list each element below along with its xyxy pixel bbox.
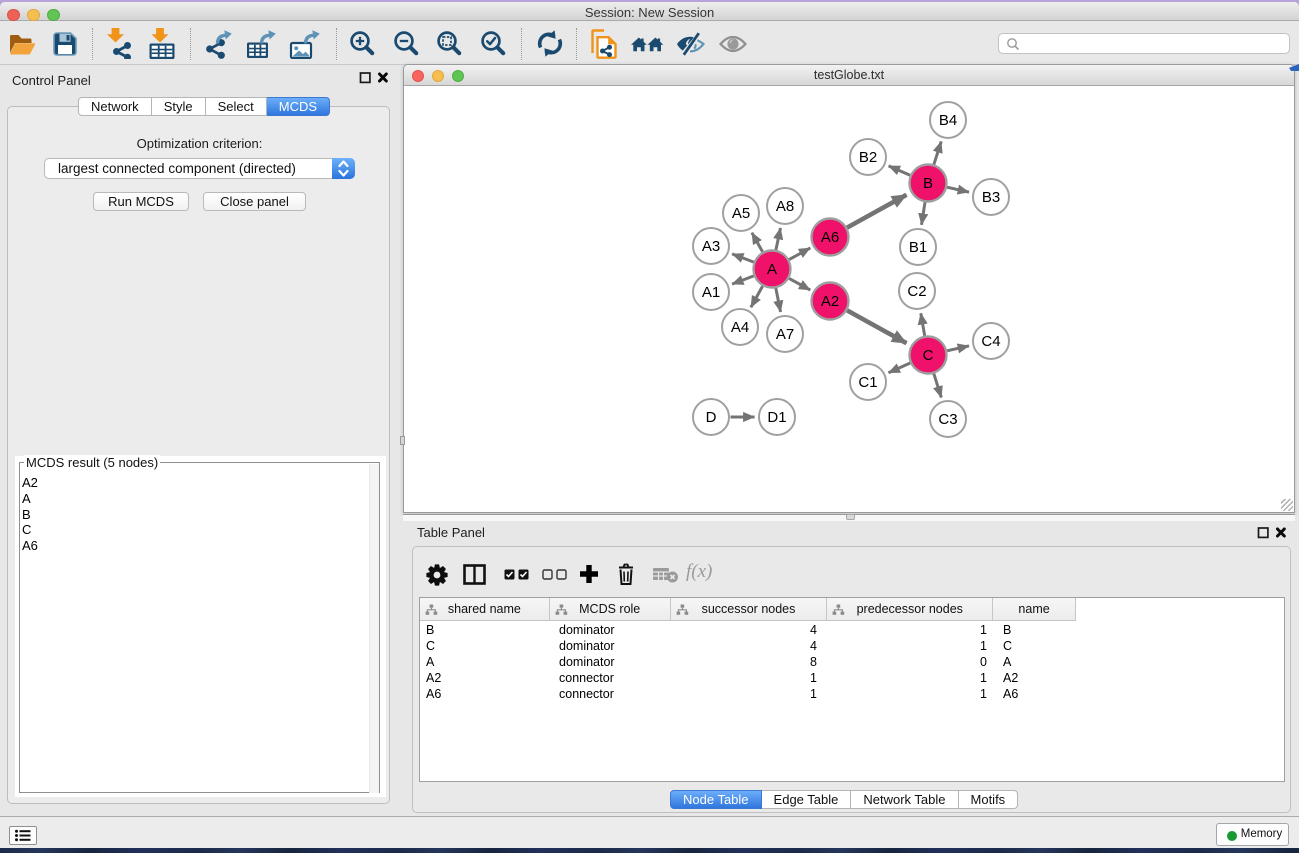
svg-text:C4: C4 bbox=[981, 333, 1000, 350]
svg-text:D1: D1 bbox=[767, 409, 786, 426]
svg-text:B3: B3 bbox=[982, 189, 1000, 206]
svg-text:A7: A7 bbox=[776, 326, 794, 343]
svg-text:B4: B4 bbox=[939, 112, 957, 129]
svg-text:C2: C2 bbox=[907, 283, 926, 300]
svg-text:A1: A1 bbox=[702, 284, 720, 301]
svg-text:A3: A3 bbox=[702, 238, 720, 255]
svg-text:A: A bbox=[767, 261, 777, 278]
svg-text:A4: A4 bbox=[731, 319, 749, 336]
svg-text:B: B bbox=[923, 175, 933, 192]
svg-text:C1: C1 bbox=[858, 374, 877, 391]
svg-text:B1: B1 bbox=[909, 239, 927, 256]
svg-text:A8: A8 bbox=[776, 198, 794, 215]
svg-text:C3: C3 bbox=[938, 411, 957, 428]
svg-text:A2: A2 bbox=[821, 293, 839, 310]
svg-text:C: C bbox=[923, 347, 934, 364]
svg-text:A5: A5 bbox=[732, 205, 750, 222]
svg-text:B2: B2 bbox=[859, 149, 877, 166]
svg-text:D: D bbox=[706, 409, 717, 426]
svg-text:A6: A6 bbox=[821, 229, 839, 246]
